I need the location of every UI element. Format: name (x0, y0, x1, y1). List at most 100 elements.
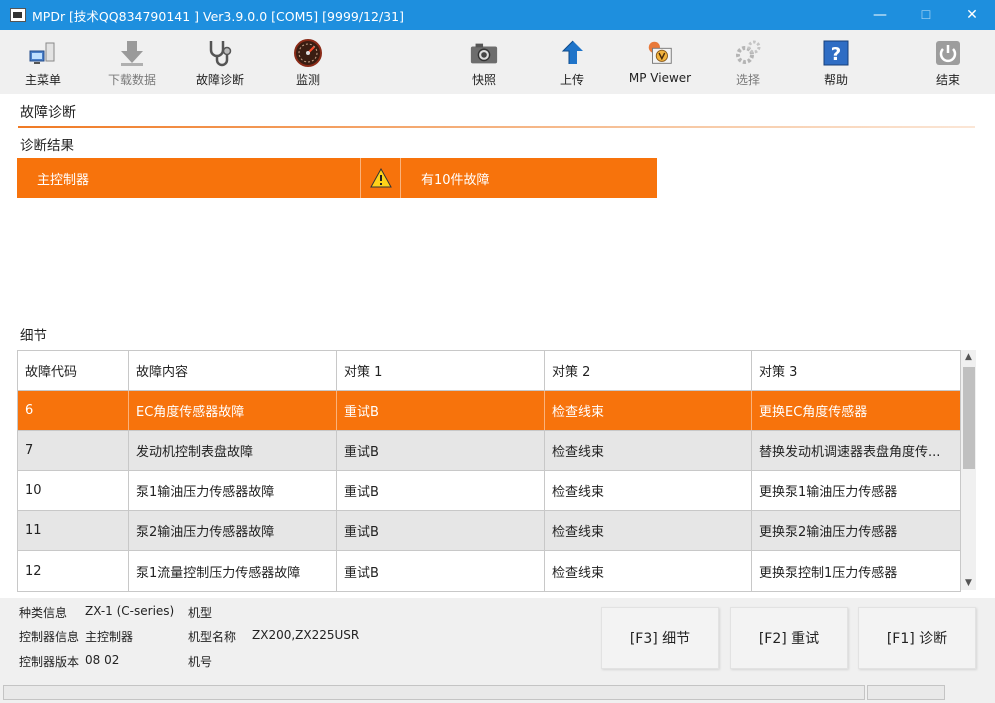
title-divider (18, 126, 975, 128)
table-header-row: 故障代码 故障内容 对策 1 对策 2 对策 3 (18, 351, 960, 391)
detail-label: 细节 (20, 328, 47, 344)
f2-retry-button[interactable]: [F2] 重试 (730, 607, 848, 669)
column-header[interactable]: 故障代码 (18, 351, 129, 390)
title-bar: MPDr [技术QQ834790141 ] Ver3.9.0.0 [COM5] … (0, 0, 995, 30)
model-name-label: 机型名称 (188, 630, 237, 644)
download-icon (117, 38, 147, 68)
type-info-value: ZX-1 (C-series) (85, 604, 175, 618)
measure-1-cell: 重试B (337, 471, 545, 510)
fault-content-cell: 泵2输油压力传感器故障 (129, 511, 337, 550)
diagnosis-button[interactable]: 故障诊断 (185, 30, 255, 94)
diagnosis-result-row[interactable]: 主控制器 有10件故障 (17, 158, 657, 198)
serial-label: 机号 (188, 655, 213, 669)
column-header[interactable]: 对策 2 (545, 351, 752, 390)
power-icon (933, 38, 963, 68)
status-panel-secondary (867, 685, 945, 700)
mp-viewer-button[interactable]: MP Viewer (625, 30, 695, 94)
measure-1-cell: 重试B (337, 551, 545, 591)
stethoscope-icon (205, 38, 235, 68)
fault-table: 故障代码 故障内容 对策 1 对策 2 对策 3 6 EC角度传感器故障 重试B… (17, 350, 961, 592)
help-icon: ? (821, 38, 851, 68)
upload-button[interactable]: 上传 (537, 30, 607, 94)
table-row[interactable]: 6 EC角度传感器故障 重试B 检查线束 更换EC角度传感器 (18, 391, 960, 431)
fault-code-cell: 6 (18, 391, 129, 430)
app-icon (10, 8, 26, 22)
minimize-button[interactable]: — (857, 0, 903, 30)
status-panel-main (3, 685, 865, 700)
measure-1-cell: 重试B (337, 511, 545, 550)
diagnosis-label: 故障诊断 (195, 73, 244, 87)
table-scrollbar[interactable]: ▲ ▼ (961, 350, 976, 590)
result-label: 诊断结果 (20, 138, 74, 154)
column-header[interactable]: 对策 3 (752, 351, 960, 390)
download-button[interactable]: 下载数据 (97, 30, 167, 94)
f3-detail-button[interactable]: [F3] 细节 (601, 607, 719, 669)
fault-code-cell: 12 (18, 551, 129, 591)
scroll-thumb[interactable] (963, 367, 975, 469)
measure-2-cell: 检查线束 (545, 471, 752, 510)
window-title: MPDr [技术QQ834790141 ] Ver3.9.0.0 [COM5] … (32, 8, 404, 24)
exit-label: 结束 (935, 73, 960, 87)
type-info-label: 种类信息 (19, 606, 68, 620)
upload-icon (557, 38, 587, 68)
controller-info-label: 控制器信息 (19, 630, 80, 644)
status-bar (0, 682, 995, 703)
controller-version-label: 控制器版本 (19, 655, 80, 669)
model-label: 机型 (188, 606, 213, 620)
model-name-value: ZX200,ZX225USR (252, 628, 360, 642)
toolbar: 主菜单 下载数据 故障诊断 监测 快照 上传 MP Viewer 选择 ? 帮助… (0, 30, 995, 94)
upload-label: 上传 (559, 73, 584, 87)
snapshot-button[interactable]: 快照 (449, 30, 519, 94)
close-button[interactable]: ✕ (949, 0, 995, 30)
maximize-button[interactable]: ☐ (903, 0, 949, 30)
measure-3-cell: 更换泵控制1压力传感器 (759, 565, 898, 581)
measure-3-cell: 替换发动机调速器表盘角度传... (759, 445, 941, 460)
measure-3-cell: 更换泵2输油压力传感器 (759, 525, 898, 540)
exit-button[interactable]: 结束 (913, 30, 983, 94)
column-header[interactable]: 对策 1 (337, 351, 545, 390)
monitor-label: 监测 (295, 73, 320, 87)
main-panel: 故障诊断 诊断结果 主控制器 有10件故障 细节 故障代码 故障内容 对策 1 … (0, 94, 995, 598)
camera-icon (469, 38, 499, 68)
snapshot-label: 快照 (471, 73, 496, 87)
measure-2-cell: 检查线束 (545, 551, 752, 591)
mp-viewer-icon (645, 38, 675, 68)
fault-content-cell: EC角度传感器故障 (129, 391, 337, 430)
main-menu-label: 主菜单 (24, 73, 61, 87)
computer-icon (28, 38, 58, 68)
table-row[interactable]: 11 泵2输油压力传感器故障 重试B 检查线束 更换泵2输油压力传感器 (18, 511, 960, 551)
page-title: 故障诊断 (20, 105, 76, 121)
download-label: 下载数据 (107, 73, 156, 87)
fault-code-cell: 11 (18, 511, 129, 550)
measure-3-cell: 更换泵1输油压力传感器 (759, 485, 898, 500)
svg-text:?: ? (831, 44, 841, 65)
help-button[interactable]: ? 帮助 (801, 30, 871, 94)
table-row[interactable]: 7 发动机控制表盘故障 重试B 检查线束 替换发动机调速器表盘角度传... (18, 431, 960, 471)
gear-icon (733, 38, 763, 68)
result-summary: 有10件故障 (421, 172, 490, 188)
table-row[interactable]: 10 泵1输油压力传感器故障 重试B 检查线束 更换泵1输油压力传感器 (18, 471, 960, 511)
table-row[interactable]: 12 泵1流量控制压力传感器故障 重试B 检查线束 更换泵控制1压力传感器 (18, 551, 960, 591)
column-header[interactable]: 故障内容 (129, 351, 337, 390)
warning-icon (361, 158, 401, 198)
window-controls: — ☐ ✕ (857, 0, 995, 30)
fault-content-cell: 发动机控制表盘故障 (129, 431, 337, 470)
measure-1-cell: 重试B (337, 431, 545, 470)
fault-content-cell: 泵1输油压力传感器故障 (129, 471, 337, 510)
select-label: 选择 (735, 73, 760, 87)
scroll-up-icon[interactable]: ▲ (961, 350, 976, 364)
main-menu-button[interactable]: 主菜单 (8, 30, 78, 94)
controller-version-value: 08 02 (85, 653, 120, 667)
f1-diagnose-button[interactable]: [F1] 诊断 (858, 607, 976, 669)
fault-content-cell: 泵1流量控制压力传感器故障 (129, 551, 337, 591)
help-label: 帮助 (823, 73, 848, 87)
info-panel: 种类信息 ZX-1 (C-series) 机型 控制器信息 主控制器 机型名称 … (0, 598, 995, 682)
scroll-down-icon[interactable]: ▼ (961, 576, 976, 590)
result-controller: 主控制器 (17, 158, 361, 198)
select-button[interactable]: 选择 (713, 30, 783, 94)
controller-info-value: 主控制器 (85, 630, 134, 644)
measure-1-cell: 重试B (337, 391, 545, 430)
mp-viewer-label: MP Viewer (628, 71, 692, 85)
measure-2-cell: 检查线束 (545, 391, 752, 430)
monitor-button[interactable]: 监测 (273, 30, 343, 94)
